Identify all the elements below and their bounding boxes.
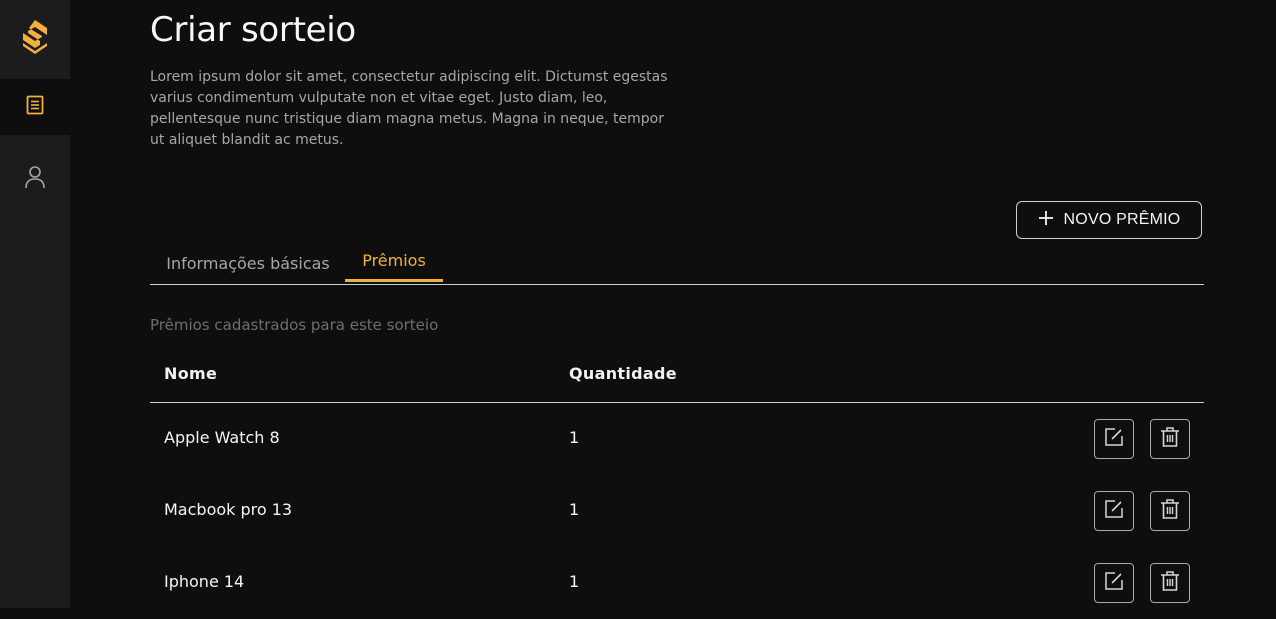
prize-quantity: 1 — [569, 428, 580, 447]
plus-icon — [1038, 210, 1054, 231]
tab-basic-info[interactable]: Informações básicas — [166, 248, 330, 285]
sidebar-logo[interactable] — [0, 0, 70, 78]
prize-quantity: 1 — [569, 500, 580, 519]
document-list-icon — [25, 95, 45, 119]
edit-button[interactable] — [1094, 563, 1134, 603]
brand-logo-icon — [22, 19, 48, 59]
prizes-caption: Prêmios cadastrados para este sorteio — [150, 316, 439, 334]
edit-icon — [1104, 571, 1124, 595]
table-row: Apple Watch 8 1 — [150, 403, 1204, 475]
user-icon — [24, 165, 46, 193]
tab-prizes[interactable]: Prêmios — [345, 245, 443, 282]
prize-name: Macbook pro 13 — [164, 500, 293, 519]
delete-button[interactable] — [1150, 491, 1190, 531]
page-title: Criar sorteio — [150, 10, 356, 50]
sidebar — [0, 0, 70, 608]
prize-quantity: 1 — [569, 572, 580, 591]
edit-button[interactable] — [1094, 491, 1134, 531]
sidebar-item-sorteios[interactable] — [0, 79, 70, 135]
edit-icon — [1104, 499, 1124, 523]
edit-button[interactable] — [1094, 419, 1134, 459]
trash-icon — [1160, 426, 1180, 452]
edit-icon — [1104, 427, 1124, 451]
trash-icon — [1160, 570, 1180, 596]
delete-button[interactable] — [1150, 563, 1190, 603]
add-prize-label: NOVO PRÊMIO — [1063, 211, 1181, 228]
column-header-quantity: Quantidade — [569, 364, 677, 383]
add-prize-button[interactable]: NOVO PRÊMIO — [1016, 201, 1202, 239]
table-header: Nome Quantidade — [150, 352, 1204, 403]
prize-name: Apple Watch 8 — [164, 428, 280, 447]
column-header-name: Nome — [164, 364, 218, 383]
sidebar-item-user[interactable] — [0, 156, 70, 202]
trash-icon — [1160, 498, 1180, 524]
prize-name: Iphone 14 — [164, 572, 245, 591]
page-description: Lorem ipsum dolor sit amet, consectetur … — [150, 69, 668, 148]
delete-button[interactable] — [1150, 419, 1190, 459]
table-row: Macbook pro 13 1 — [150, 475, 1204, 547]
table-row: Iphone 14 1 — [150, 547, 1204, 619]
tab-bar: Informações básicas Prêmios — [150, 246, 1204, 285]
